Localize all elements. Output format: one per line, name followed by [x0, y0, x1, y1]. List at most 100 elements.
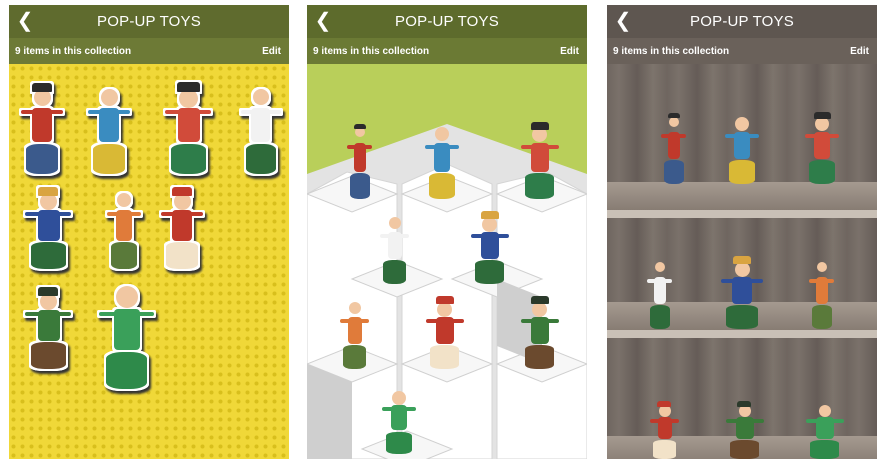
- toy-soldier[interactable]: [21, 284, 76, 369]
- toy-head: [349, 302, 361, 314]
- toy-head: [117, 193, 131, 207]
- toy-clown[interactable]: [422, 294, 467, 369]
- toy-base: [664, 160, 684, 184]
- toy-head: [735, 117, 749, 131]
- toy-arms: [809, 279, 834, 283]
- shelf: [607, 182, 877, 212]
- toy-hat: [531, 296, 549, 304]
- toy-weightlifter[interactable]: [422, 119, 462, 199]
- page-title: POP-UP TOYS: [395, 13, 499, 30]
- toy-hat: [737, 401, 751, 407]
- toy-arms: [241, 110, 281, 114]
- toy-pirate[interactable]: [659, 109, 689, 184]
- toy-arms: [521, 319, 559, 323]
- toy-arms: [382, 407, 416, 411]
- toy-arms: [661, 134, 686, 138]
- toy-base: [386, 432, 412, 454]
- toy-pirate[interactable]: [345, 119, 375, 199]
- collection-shelves: [607, 64, 877, 459]
- toy-arms: [340, 319, 369, 323]
- toy-arms: [647, 279, 672, 283]
- toy-arms: [99, 312, 154, 316]
- toy-head: [389, 217, 401, 229]
- item-count: 9 items in this collection: [613, 45, 730, 57]
- toy-arms: [165, 110, 211, 114]
- toy-arms: [25, 312, 71, 316]
- toy-head: [435, 127, 449, 141]
- toy-base: [730, 440, 759, 459]
- toy-head: [669, 117, 679, 127]
- toy-base: [653, 440, 676, 459]
- toy-base: [93, 144, 125, 174]
- toy-base: [812, 305, 832, 329]
- screen-shelves: ❮ POP-UP TOYS 9 items in this collection…: [607, 5, 877, 459]
- toy-zebra[interactable]: [237, 79, 285, 174]
- edit-button[interactable]: Edit: [850, 46, 869, 57]
- chevron-left-icon[interactable]: ❮: [15, 9, 35, 33]
- toy-weightlifter[interactable]: [84, 79, 134, 174]
- toy-hat: [814, 112, 831, 119]
- toy-clown[interactable]: [647, 399, 682, 459]
- toy-scarecrow[interactable]: [717, 254, 767, 329]
- toy-head: [253, 89, 269, 105]
- toy-giraffe[interactable]: [807, 254, 837, 329]
- toy-base: [475, 260, 504, 284]
- toy-base: [729, 160, 755, 184]
- collection-bar: 9 items in this collection Edit: [607, 38, 877, 64]
- toy-base: [166, 242, 198, 269]
- toy-strongman[interactable]: [802, 109, 842, 184]
- toy-soldier[interactable]: [517, 294, 562, 369]
- edit-button[interactable]: Edit: [560, 46, 579, 57]
- chevron-left-icon[interactable]: ❮: [313, 9, 333, 33]
- toy-base: [726, 305, 758, 329]
- toy-hat: [436, 296, 454, 304]
- toy-hat: [354, 124, 366, 129]
- toy-head: [655, 262, 665, 272]
- toy-arms: [21, 110, 63, 114]
- screen-halftone: ❮ POP-UP TOYS 9 items in this collection…: [9, 5, 289, 459]
- toy-arms: [426, 319, 464, 323]
- toy-base: [650, 305, 670, 329]
- toy-frogs[interactable]: [802, 399, 847, 459]
- toy-base: [525, 345, 554, 369]
- toy-scarecrow[interactable]: [21, 184, 76, 269]
- shelf-edge: [607, 330, 877, 338]
- toy-arms: [805, 134, 839, 138]
- page-title: POP-UP TOYS: [97, 13, 201, 30]
- toy-giraffe[interactable]: [337, 294, 372, 369]
- toy-clown[interactable]: [157, 184, 207, 269]
- toy-base: [430, 345, 459, 369]
- toy-strongman[interactable]: [517, 119, 562, 199]
- toy-strongman[interactable]: [161, 79, 216, 174]
- toy-weightlifter[interactable]: [722, 109, 762, 184]
- toy-base: [343, 345, 366, 369]
- toy-giraffe[interactable]: [104, 184, 144, 269]
- shelf-edge: [607, 210, 877, 218]
- toy-frogs[interactable]: [379, 384, 419, 454]
- toy-hat: [657, 401, 671, 407]
- nav-bar: ❮ POP-UP TOYS: [307, 5, 587, 38]
- item-count: 9 items in this collection: [15, 45, 132, 57]
- toy-zebra[interactable]: [377, 209, 412, 284]
- nav-bar: ❮ POP-UP TOYS: [607, 5, 877, 38]
- toy-head: [437, 302, 452, 317]
- page-title: POP-UP TOYS: [690, 13, 794, 30]
- collection-bar: 9 items in this collection Edit: [307, 38, 587, 64]
- toy-soldier[interactable]: [722, 399, 767, 459]
- toy-pirate[interactable]: [17, 79, 67, 174]
- toy-base: [810, 440, 839, 459]
- toy-hat: [32, 83, 52, 92]
- toy-base: [106, 352, 147, 389]
- toy-zebra[interactable]: [645, 254, 675, 329]
- toy-arms: [425, 145, 459, 149]
- toy-hat: [481, 211, 499, 219]
- chevron-left-icon[interactable]: ❮: [613, 9, 633, 33]
- collection-bar: 9 items in this collection Edit: [9, 38, 289, 64]
- toy-frogs[interactable]: [94, 274, 159, 389]
- toy-base: [525, 173, 554, 199]
- toy-scarecrow[interactable]: [467, 209, 512, 284]
- toy-hat: [38, 187, 58, 196]
- edit-button[interactable]: Edit: [262, 46, 281, 57]
- toy-base: [350, 173, 370, 199]
- toy-hat: [668, 113, 680, 118]
